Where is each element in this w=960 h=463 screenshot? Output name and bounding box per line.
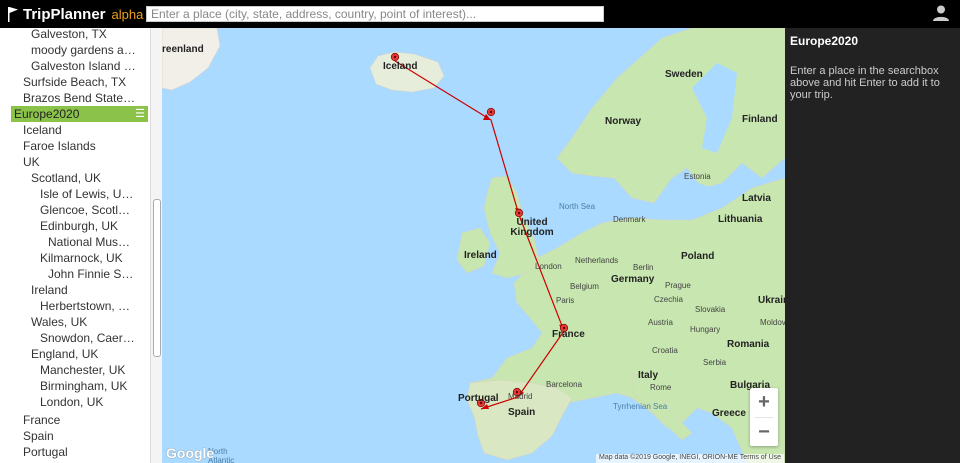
tree-item[interactable]: Edinburgh, UK — [0, 218, 150, 234]
map-label-slovakia: Slovakia — [695, 305, 726, 314]
zoom-control: + − — [750, 388, 778, 446]
map-label-serbia: Serbia — [703, 358, 727, 367]
scrollbar-thumb[interactable] — [153, 199, 161, 357]
tree-item[interactable]: Brazos Bend State P... — [0, 90, 150, 106]
map-label-italy: Italy — [638, 370, 659, 381]
tree-item[interactable]: Iceland — [0, 122, 150, 138]
tree-item[interactable]: Manchester, UK — [0, 362, 150, 378]
map-label-ukraine: Ukraine — [758, 295, 785, 306]
map-label-denmark: Denmark — [613, 215, 646, 224]
tree-item[interactable]: John Finnie Str... — [0, 266, 150, 282]
top-bar: TripPlanner alpha — [0, 0, 960, 28]
map-label-poland: Poland — [681, 251, 715, 262]
map-label-ireland: Ireland — [464, 250, 497, 261]
map-label-latvia: Latvia — [742, 193, 771, 204]
map-label-rome: Rome — [650, 383, 672, 392]
zoom-in-button[interactable]: + — [750, 388, 778, 417]
map-label-norway: Norway — [605, 116, 642, 127]
map-label-germany: Germany — [611, 274, 655, 285]
map-view[interactable]: reenland Iceland Sweden Norway Finland E… — [162, 28, 785, 463]
map-label-netherlands: Netherlands — [575, 256, 619, 265]
map-label-lithuania: Lithuania — [718, 214, 763, 225]
menu-icon[interactable]: ☰ — [135, 106, 145, 122]
map-label-prague: Prague — [665, 281, 691, 290]
tree-item[interactable]: Ireland — [0, 282, 150, 298]
map-label-tyrrhenian-sea: Tyrrhenian Sea — [613, 402, 668, 411]
tree-item[interactable]: National Museu... — [0, 234, 150, 250]
map-label-greece: Greece — [712, 408, 746, 419]
map-label-united-kingdom: United Kingdom — [510, 217, 554, 238]
tree-item[interactable]: UK — [0, 154, 150, 170]
map-label-london: London — [535, 262, 562, 271]
tree-item-europe2020[interactable]: Europe2020 ☰ — [11, 106, 148, 122]
tree-item[interactable]: Faroe Islands — [0, 138, 150, 154]
zoom-out-button[interactable]: − — [750, 418, 778, 447]
alpha-tag: alpha — [111, 6, 144, 22]
tree-item[interactable]: Birmingham, UK — [0, 378, 150, 394]
tree-item[interactable]: Spain — [0, 428, 150, 444]
tree-item[interactable]: Galveston Island St... — [0, 58, 150, 74]
map-label-madrid: Madrid — [508, 392, 533, 401]
tree-item[interactable]: moody gardens aq... — [0, 42, 150, 58]
map-label-berlin: Berlin — [633, 263, 654, 272]
trip-hint: Enter a place in the searchbox above and… — [790, 65, 940, 101]
tree-item[interactable]: England, UK — [0, 346, 150, 362]
map-label-moldova: Moldov — [760, 318, 785, 327]
map-label-greenland: reenland — [162, 44, 204, 55]
map-marker[interactable] — [514, 208, 524, 218]
tree-item[interactable]: Glencoe, Scotlan... — [0, 202, 150, 218]
trip-tree-sidebar: Galveston, TX moody gardens aq... Galves… — [0, 28, 150, 463]
flag-icon — [8, 7, 18, 22]
map-label-finland: Finland — [742, 114, 778, 125]
map-label-barcelona: Barcelona — [546, 380, 583, 389]
map-marker[interactable] — [486, 107, 496, 117]
tree-item[interactable]: Scotland, UK — [0, 170, 150, 186]
tree-item-label: Europe2020 — [14, 107, 80, 121]
map-label-portugal: Portugal — [458, 393, 499, 404]
tree-item[interactable]: France — [0, 412, 150, 428]
map-label-paris: Paris — [556, 296, 575, 305]
map-label-sweden: Sweden — [665, 69, 703, 80]
map-label-north-sea: North Sea — [559, 202, 596, 211]
map-label-croatia: Croatia — [652, 346, 678, 355]
map-attribution[interactable]: Map data ©2019 Google, INEGI, ORION-ME T… — [596, 454, 785, 463]
map-label-hungary: Hungary — [690, 325, 721, 334]
tree-item[interactable]: Surfside Beach, TX — [0, 74, 150, 90]
tree-item[interactable]: Galveston, TX — [0, 28, 150, 42]
trip-detail-panel: Europe2020 Enter a place in the searchbo… — [785, 28, 960, 463]
tree-item[interactable]: Isle of Lewis, Unit... — [0, 186, 150, 202]
map-label-estonia: Estonia — [684, 172, 711, 181]
map-label-iceland: Iceland — [383, 61, 418, 72]
google-logo: Google — [166, 445, 215, 461]
tree-item[interactable]: Snowdon, Caerna... — [0, 330, 150, 346]
map-label-belgium: Belgium — [570, 282, 599, 291]
map-label-romania: Romania — [727, 339, 770, 350]
app-name: TripPlanner — [23, 5, 106, 23]
user-icon[interactable] — [932, 4, 950, 22]
map-label-austria: Austria — [648, 318, 673, 327]
map-label-spain: Spain — [508, 407, 536, 418]
tree-item[interactable]: Wales, UK — [0, 314, 150, 330]
sidebar-scrollbar[interactable] — [150, 28, 162, 463]
trip-title: Europe2020 — [790, 34, 859, 48]
tree-item[interactable]: Herbertstown, Co... — [0, 298, 150, 314]
tree-item[interactable]: Kilmarnock, UK — [0, 250, 150, 266]
map-label-france: France — [552, 329, 585, 340]
map-label-czechia: Czechia — [654, 295, 683, 304]
tree-item[interactable]: London, UK — [0, 394, 150, 410]
app-logo[interactable]: TripPlanner alpha — [7, 5, 143, 23]
place-search-input[interactable] — [146, 6, 604, 22]
map-marker[interactable] — [390, 52, 400, 62]
tree-item[interactable]: Portugal — [0, 444, 150, 460]
